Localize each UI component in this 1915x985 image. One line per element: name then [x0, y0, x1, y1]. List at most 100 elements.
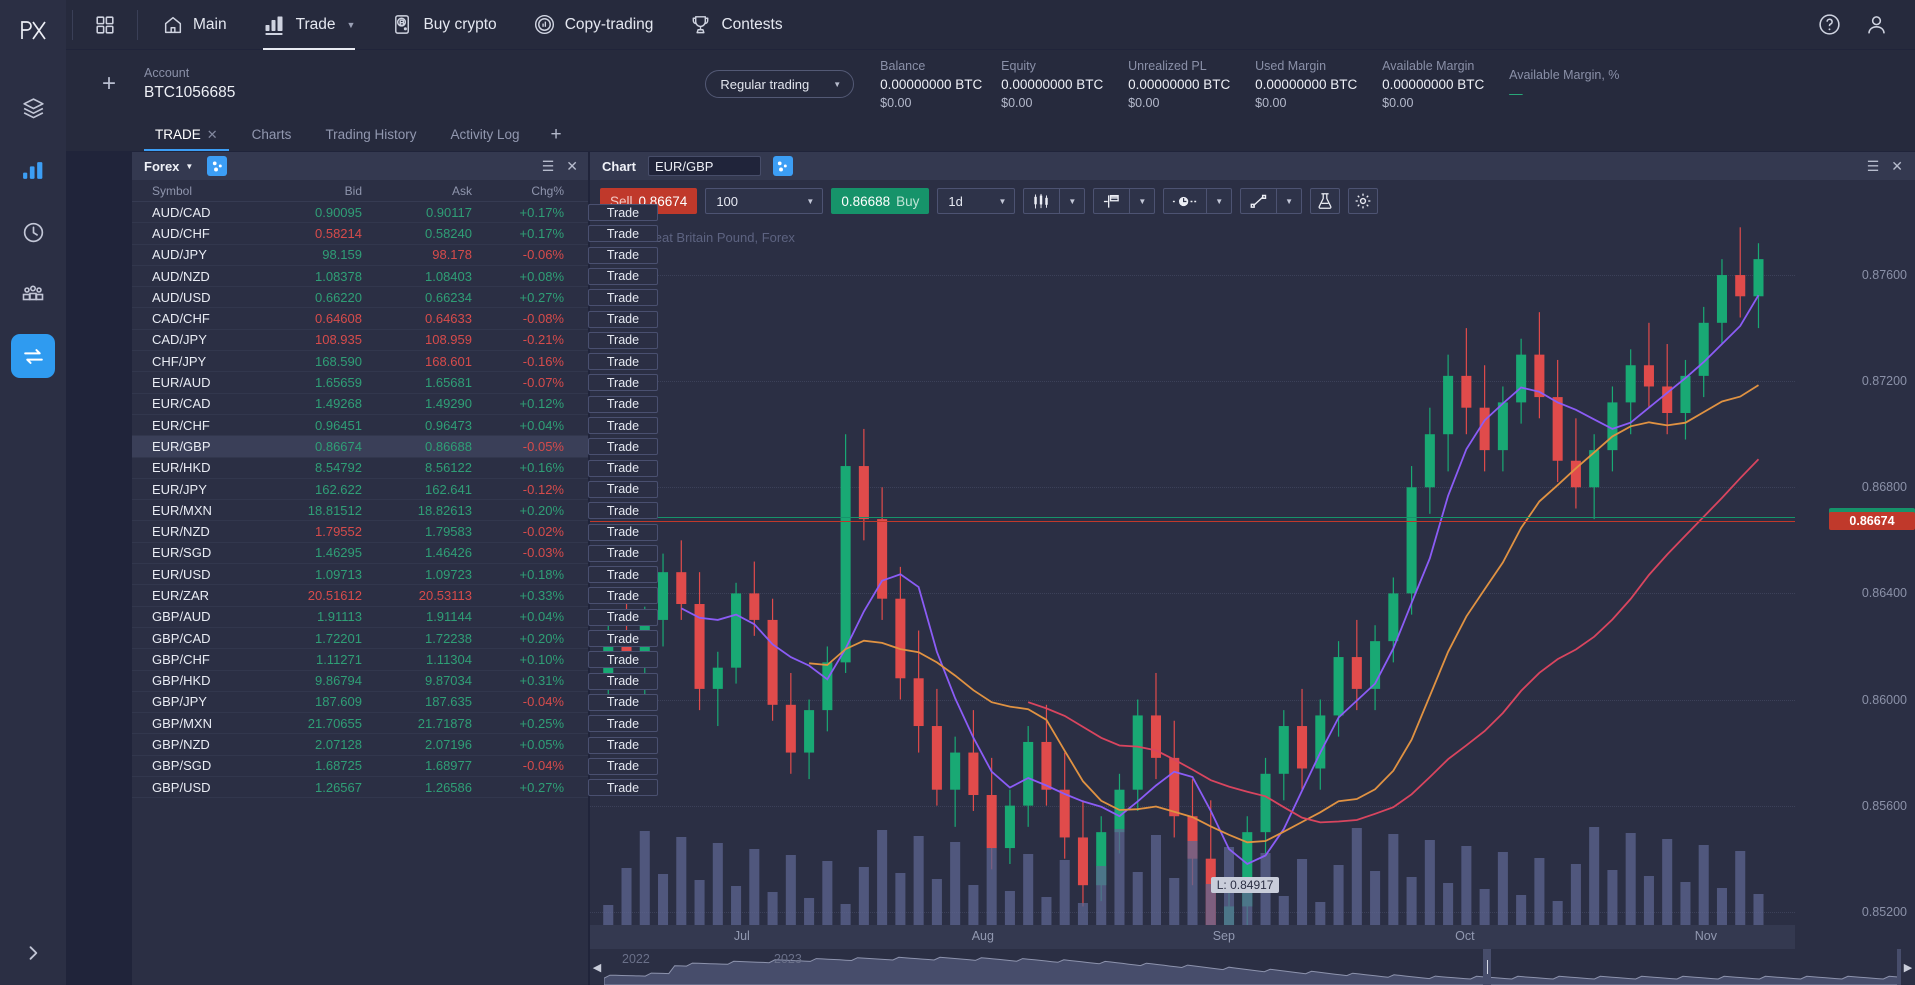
- column-header-symbol[interactable]: Symbol: [132, 184, 252, 198]
- nav-item-trade[interactable]: Trade ▼: [245, 0, 374, 50]
- trade-button[interactable]: Trade: [588, 779, 658, 797]
- table-row[interactable]: GBP/USD 1.26567 1.26586 +0.27%: [132, 777, 588, 799]
- rail-expand-button[interactable]: [0, 943, 66, 963]
- trade-button[interactable]: Trade: [588, 693, 658, 711]
- rail-item-charts[interactable]: [11, 148, 55, 192]
- column-header-chg[interactable]: Chg%: [472, 184, 572, 198]
- panel-close-icon[interactable]: ✕: [566, 159, 578, 173]
- symbols-group-dropdown[interactable]: Forex ▼: [144, 159, 193, 174]
- trade-button[interactable]: Trade: [588, 204, 658, 221]
- tab-activity-log[interactable]: Activity Log: [433, 118, 536, 151]
- trade-button[interactable]: Trade: [588, 374, 658, 392]
- tab-charts[interactable]: Charts: [235, 118, 309, 151]
- table-row[interactable]: CAD/CHF 0.64608 0.64633 -0.08%: [132, 308, 588, 330]
- nav-item-copy-trading[interactable]: Copy-trading: [515, 0, 672, 50]
- table-row[interactable]: GBP/NZD 2.07128 2.07196 +0.05%: [132, 734, 588, 756]
- time-range-icon[interactable]: [1164, 189, 1206, 213]
- table-row[interactable]: EUR/USD 1.09713 1.09723 +0.18%: [132, 564, 588, 586]
- trade-button[interactable]: Trade: [588, 651, 658, 669]
- candlestick-type-icon[interactable]: [1024, 189, 1059, 213]
- trend-line-icon[interactable]: [1241, 189, 1276, 213]
- rail-item-history[interactable]: [11, 210, 55, 254]
- tab-trading-history[interactable]: Trading History: [308, 118, 433, 151]
- chart-scale-control[interactable]: ▼: [1093, 188, 1156, 214]
- navigator-left-arrow-icon[interactable]: ◀: [590, 961, 604, 974]
- drawing-tools-control[interactable]: ▼: [1240, 188, 1303, 214]
- trade-button[interactable]: Trade: [588, 246, 658, 264]
- trade-button[interactable]: Trade: [588, 502, 658, 520]
- table-row[interactable]: EUR/MXN 18.81512 18.82613 +0.20%: [132, 500, 588, 522]
- table-row[interactable]: GBP/CHF 1.11271 1.11304 +0.10%: [132, 649, 588, 671]
- navigator-right-arrow-icon[interactable]: ▶: [1901, 961, 1915, 974]
- table-row[interactable]: GBP/SGD 1.68725 1.68977 -0.04%: [132, 756, 588, 778]
- table-row[interactable]: AUD/USD 0.66220 0.66234 +0.27%: [132, 287, 588, 309]
- nav-item-contests[interactable]: Contests: [671, 0, 800, 50]
- chart-scale-icon[interactable]: [1094, 189, 1129, 213]
- nav-item-buy-crypto[interactable]: Buy crypto: [373, 0, 514, 50]
- table-row[interactable]: AUD/CAD 0.90095 0.90117 +0.17%: [132, 202, 588, 224]
- navigator-handle-right[interactable]: [1897, 949, 1901, 985]
- timeframe-dropdown[interactable]: 1d ▼: [937, 188, 1016, 214]
- navigator-handle-left[interactable]: [1483, 949, 1491, 985]
- table-row[interactable]: EUR/CAD 1.49268 1.49290 +0.12%: [132, 394, 588, 415]
- rail-item-layers[interactable]: [11, 86, 55, 130]
- navigator-track[interactable]: 2022 2023: [604, 949, 1901, 985]
- chart-type-chevron-down-icon[interactable]: ▼: [1060, 189, 1084, 213]
- trade-button[interactable]: Trade: [588, 608, 658, 626]
- trade-button[interactable]: Trade: [588, 459, 658, 477]
- rail-item-copytrading[interactable]: [11, 272, 55, 316]
- table-row[interactable]: AUD/NZD 1.08378 1.08403 +0.08%: [132, 266, 588, 288]
- chart-type-control[interactable]: ▼: [1023, 188, 1086, 214]
- table-row[interactable]: EUR/CHF 0.96451 0.96473 +0.04%: [132, 415, 588, 437]
- grid-apps-icon[interactable]: [79, 14, 131, 36]
- trade-button[interactable]: Trade: [588, 331, 658, 349]
- table-row[interactable]: EUR/HKD 8.54792 8.56122 +0.16%: [132, 458, 588, 479]
- table-row[interactable]: GBP/MXN 21.70655 21.71878 +0.25%: [132, 713, 588, 735]
- add-tab-button[interactable]: +: [537, 118, 576, 151]
- table-row[interactable]: EUR/AUD 1.65659 1.65681 -0.07%: [132, 372, 588, 394]
- table-row[interactable]: EUR/ZAR 20.51612 20.53113 +0.33%: [132, 585, 588, 607]
- trade-button[interactable]: Trade: [588, 757, 658, 775]
- trade-button[interactable]: Trade: [588, 267, 658, 285]
- trade-button[interactable]: Trade: [588, 587, 658, 605]
- table-row[interactable]: CHF/JPY 168.590 168.601 -0.16%: [132, 351, 588, 373]
- table-row[interactable]: GBP/HKD 9.86794 9.87034 +0.31%: [132, 671, 588, 692]
- tab-trade[interactable]: TRADE ✕: [138, 118, 235, 151]
- drawing-tools-chevron-down-icon[interactable]: ▼: [1277, 189, 1301, 213]
- column-header-ask[interactable]: Ask: [362, 184, 472, 198]
- trade-button[interactable]: Trade: [588, 395, 658, 413]
- user-account-icon[interactable]: [1864, 12, 1889, 37]
- table-row[interactable]: GBP/AUD 1.91113 1.91144 +0.04%: [132, 607, 588, 628]
- chart-navigator[interactable]: ◀ 2022 2023 ▶: [590, 949, 1915, 985]
- quantity-dropdown[interactable]: 100 ▼: [705, 188, 824, 214]
- bid-price-badge[interactable]: 0.86674: [1829, 511, 1915, 530]
- symbol-link-color-button[interactable]: [207, 156, 228, 176]
- chart-link-color-button[interactable]: [772, 156, 793, 176]
- trade-button[interactable]: Trade: [588, 310, 658, 328]
- chart-time-axis[interactable]: Jul Aug Sep Oct Nov: [590, 925, 1795, 949]
- brand-logo[interactable]: [0, 0, 66, 60]
- trade-button[interactable]: Trade: [588, 630, 658, 647]
- table-row[interactable]: AUD/CHF 0.58214 0.58240 +0.17%: [132, 223, 588, 245]
- trade-button[interactable]: Trade: [588, 672, 658, 690]
- trade-button[interactable]: Trade: [588, 544, 658, 562]
- table-row[interactable]: GBP/CAD 1.72201 1.72238 +0.20%: [132, 628, 588, 650]
- trade-button[interactable]: Trade: [588, 417, 658, 434]
- trade-button[interactable]: Trade: [588, 736, 658, 754]
- help-circle-icon[interactable]: [1817, 12, 1842, 37]
- chart-price-axis[interactable]: 0.87600 0.87200 0.86800 0.86400 0.86000 0.856…: [1795, 222, 1915, 925]
- panel-menu-icon[interactable]: ☰: [542, 159, 555, 173]
- trade-button[interactable]: Trade: [588, 715, 658, 733]
- trade-button[interactable]: Trade: [588, 225, 658, 243]
- nav-item-main[interactable]: Main: [144, 0, 245, 50]
- indicators-flask-icon[interactable]: [1310, 188, 1341, 214]
- buy-button[interactable]: 0.86688 Buy: [831, 188, 930, 214]
- chart-settings-gear-icon[interactable]: [1348, 188, 1379, 214]
- table-row[interactable]: GBP/JPY 187.609 187.635 -0.04%: [132, 692, 588, 714]
- table-row[interactable]: EUR/NZD 1.79552 1.79583 -0.02%: [132, 521, 588, 543]
- trade-button[interactable]: Trade: [588, 353, 658, 371]
- add-account-button[interactable]: +: [74, 70, 144, 98]
- time-range-control[interactable]: ▼: [1163, 188, 1233, 214]
- time-range-chevron-down-icon[interactable]: ▼: [1207, 189, 1231, 213]
- column-header-bid[interactable]: Bid: [252, 184, 362, 198]
